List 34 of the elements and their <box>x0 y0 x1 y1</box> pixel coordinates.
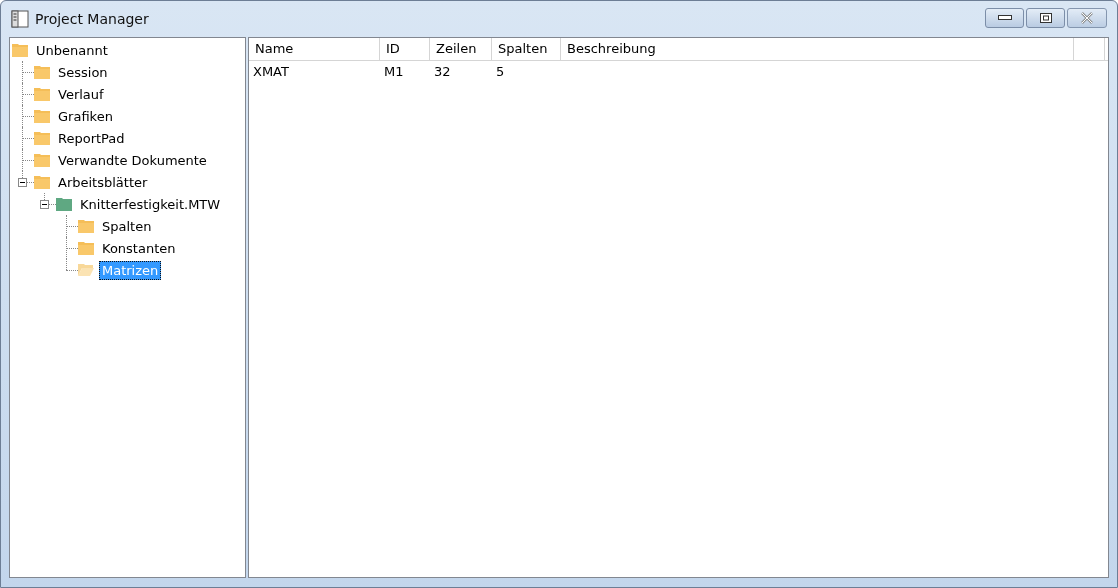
tree-item[interactable]: Arbeitsblätter <box>55 172 151 192</box>
tree-item[interactable]: Spalten <box>99 216 155 236</box>
folder-icon <box>34 87 50 101</box>
folder-icon <box>34 65 50 79</box>
folder-icon <box>34 109 50 123</box>
open-folder-icon <box>78 263 94 277</box>
tree-item[interactable]: Unbenannt <box>33 40 111 60</box>
folder-icon <box>78 241 94 255</box>
tree-item[interactable]: Konstanten <box>99 238 179 258</box>
window-title: Project Manager <box>35 11 149 27</box>
minimize-button[interactable] <box>985 8 1024 28</box>
collapse-toggle-icon[interactable] <box>18 178 27 187</box>
tree-item[interactable]: Verwandte Dokumente <box>55 150 210 170</box>
close-icon <box>1080 12 1094 24</box>
worksheet-icon <box>56 197 72 211</box>
table-cell: M1 <box>384 63 404 79</box>
folder-icon <box>12 43 28 57</box>
tree-item[interactable]: Knitterfestigkeit.MTW <box>77 194 224 214</box>
window-icon <box>11 10 29 28</box>
maximize-icon <box>1039 13 1052 23</box>
table-cell: 5 <box>496 63 505 79</box>
minimize-icon <box>997 15 1012 21</box>
table-cell: 32 <box>434 63 451 79</box>
folder-icon <box>34 131 50 145</box>
tree-item[interactable]: ReportPad <box>55 128 128 148</box>
folder-icon <box>78 219 94 233</box>
folder-icon <box>34 153 50 167</box>
collapse-toggle-icon[interactable] <box>40 200 49 209</box>
table-cell: XMAT <box>253 63 289 79</box>
maximize-button[interactable] <box>1026 8 1065 28</box>
folder-icon <box>34 175 50 189</box>
tree-item[interactable]: Session <box>55 62 111 82</box>
tree-item[interactable]: Grafiken <box>55 106 116 126</box>
tree-item[interactable]: Verlauf <box>55 84 107 104</box>
